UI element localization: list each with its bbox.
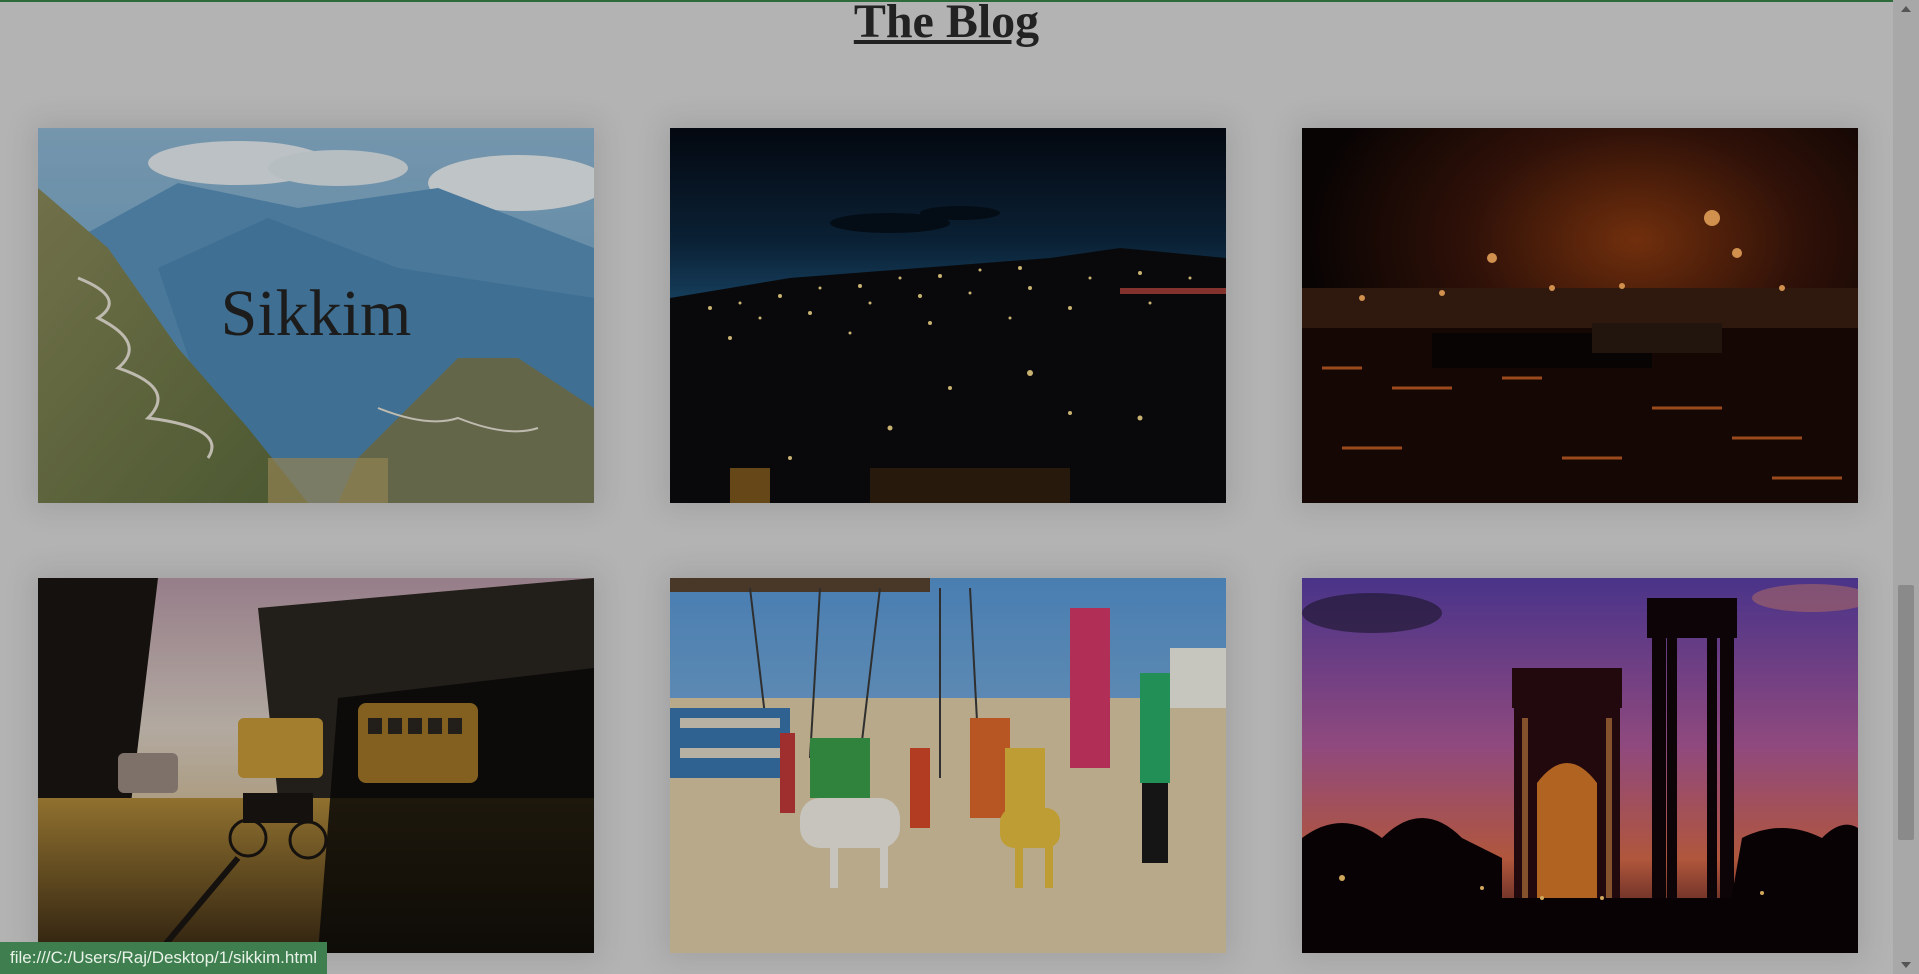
blog-card-beach[interactable]: [670, 578, 1226, 953]
scrollbar-thumb[interactable]: [1898, 585, 1914, 840]
street-rickshaw-image: [38, 578, 594, 953]
city-night-image: [670, 128, 1226, 503]
beach-swings-image: [670, 578, 1226, 953]
scroll-down-icon[interactable]: [1901, 962, 1911, 968]
blog-card-street[interactable]: [38, 578, 594, 953]
blog-card-river-night[interactable]: [1302, 128, 1858, 503]
blog-card-grid: Sikkim: [0, 0, 1893, 974]
blog-card-india-gate[interactable]: [1302, 578, 1858, 953]
link-status-bar: file:///C:/Users/Raj/Desktop/1/sikkim.ht…: [0, 942, 328, 974]
river-ghat-image: [1302, 128, 1858, 503]
vertical-scrollbar[interactable]: [1893, 0, 1919, 974]
blog-card-city-night[interactable]: [670, 128, 1226, 503]
scroll-up-icon[interactable]: [1901, 6, 1911, 12]
blog-card-sikkim[interactable]: Sikkim: [38, 128, 594, 503]
card-caption: Sikkim: [220, 277, 412, 350]
india-gate-image: [1302, 578, 1858, 953]
